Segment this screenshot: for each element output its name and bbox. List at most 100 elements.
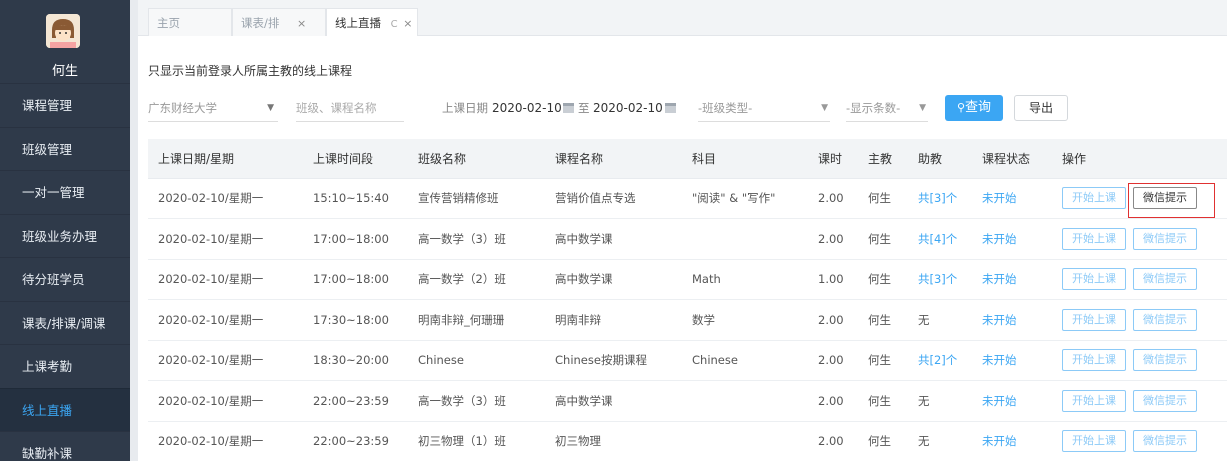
sidebar-item-class-business[interactable]: 班级业务办理 bbox=[0, 213, 130, 258]
col-header: 上课日期/星期 bbox=[148, 139, 303, 179]
status-cell: 未开始 bbox=[972, 299, 1052, 341]
class-type-value: -班级类型- bbox=[698, 101, 753, 115]
start-class-button[interactable]: 开始上课 bbox=[1062, 187, 1126, 210]
time-cell: 17:30~18:00 bbox=[303, 299, 408, 341]
class-cell: 宣传营销精修班 bbox=[408, 178, 545, 219]
course-cell: 高中数学课 bbox=[545, 259, 682, 300]
caret-down-icon: ▼ bbox=[821, 103, 828, 113]
wechat-reminder-button[interactable]: 微信提示 bbox=[1133, 227, 1197, 250]
course-cell: 初三物理 bbox=[545, 421, 682, 461]
col-header: 课程名称 bbox=[545, 139, 682, 179]
course-cell: 高中数学课 bbox=[545, 218, 682, 260]
avatar[interactable] bbox=[46, 14, 80, 48]
sidebar-item-class-management[interactable]: 班级管理 bbox=[0, 126, 130, 171]
class-type-select[interactable]: -班级类型- ▼ bbox=[698, 94, 830, 122]
sidebar-item-makeup[interactable]: 缺勤补课 bbox=[0, 431, 130, 461]
assistant-cell[interactable]: 共[2]个 bbox=[908, 340, 972, 381]
start-class-button[interactable]: 开始上课 bbox=[1062, 227, 1126, 250]
col-header: 主教 bbox=[858, 139, 908, 179]
subject-cell bbox=[682, 421, 808, 461]
wechat-reminder-button[interactable]: 微信提示 bbox=[1133, 389, 1197, 412]
tab-home[interactable]: 主页 bbox=[148, 8, 232, 36]
status-cell: 未开始 bbox=[972, 340, 1052, 381]
close-icon[interactable]: × bbox=[297, 17, 306, 30]
date-cell: 2020-02-10/星期一 bbox=[148, 218, 303, 260]
teacher-cell: 何生 bbox=[858, 259, 908, 300]
hours-cell: 1.00 bbox=[808, 259, 858, 300]
subject-cell: "阅读" & "写作" bbox=[682, 178, 808, 219]
hours-cell: 2.00 bbox=[808, 178, 858, 219]
start-class-button[interactable]: 开始上课 bbox=[1062, 268, 1126, 291]
wechat-reminder-button[interactable]: 微信提示 bbox=[1133, 268, 1197, 291]
app-root: 何生 课程管理 班级管理 一对一管理 班级业务办理 待分班学员 课表/排课/调课… bbox=[0, 0, 1227, 461]
table-row: 2020-02-10/星期一 22:00~23:59 初三物理（1）班 初三物理 2.0… bbox=[148, 421, 1227, 461]
search-input[interactable] bbox=[296, 94, 404, 122]
wechat-reminder-button[interactable]: 微信提示 bbox=[1133, 187, 1197, 210]
tab-live[interactable]: 线上直播 C × bbox=[326, 8, 418, 36]
start-class-button[interactable]: 开始上课 bbox=[1062, 308, 1126, 331]
op-cell: 开始上课 微信提示 bbox=[1052, 421, 1227, 461]
time-cell: 22:00~23:59 bbox=[303, 380, 408, 422]
date-cell: 2020-02-10/星期一 bbox=[148, 299, 303, 341]
date-to-field[interactable]: 2020-02-10 bbox=[593, 94, 663, 122]
hours-cell: 2.00 bbox=[808, 218, 858, 260]
subject-cell: Math bbox=[682, 259, 808, 300]
sidebar-item-live[interactable]: 线上直播 bbox=[0, 387, 130, 431]
start-class-button[interactable]: 开始上课 bbox=[1062, 430, 1126, 453]
hours-cell: 2.00 bbox=[808, 299, 858, 341]
tab-label: 线上直播 bbox=[335, 16, 381, 30]
date-label: 上课日期 bbox=[442, 101, 488, 115]
class-cell: 高一数学（3）班 bbox=[408, 218, 545, 260]
tab-label: 课表/排 bbox=[241, 16, 280, 30]
status-cell: 未开始 bbox=[972, 259, 1052, 300]
row-count-select[interactable]: -显示条数- ▼ bbox=[846, 94, 928, 122]
subject-cell bbox=[682, 218, 808, 260]
row-count-value: -显示条数- bbox=[846, 101, 901, 115]
assistant-cell[interactable]: 共[3]个 bbox=[908, 259, 972, 300]
sidebar-item-pending-students[interactable]: 待分班学员 bbox=[0, 257, 130, 301]
tab-bar: 主页 课表/排 × 线上直播 C × bbox=[138, 0, 1227, 36]
hours-cell: 2.00 bbox=[808, 340, 858, 381]
status-cell: 未开始 bbox=[972, 421, 1052, 461]
course-cell: Chinese按期课程 bbox=[545, 340, 682, 381]
sidebar-item-course-management[interactable]: 课程管理 bbox=[0, 83, 130, 127]
class-cell: 初三物理（1）班 bbox=[408, 421, 545, 461]
wechat-reminder-button[interactable]: 微信提示 bbox=[1133, 308, 1197, 331]
start-class-button[interactable]: 开始上课 bbox=[1062, 389, 1126, 412]
date-cell: 2020-02-10/星期一 bbox=[148, 259, 303, 300]
filter-bar: 广东财经大学 ▼ 上课日期 2020-02-10 至 2020-02-10 -班… bbox=[148, 94, 1218, 124]
date-cell: 2020-02-10/星期一 bbox=[148, 380, 303, 422]
date-cell: 2020-02-10/星期一 bbox=[148, 340, 303, 381]
close-icon[interactable]: × bbox=[403, 17, 412, 30]
sidebar-item-attendance[interactable]: 上课考勤 bbox=[0, 344, 130, 388]
avatar-image bbox=[46, 14, 80, 48]
teacher-cell: 何生 bbox=[858, 218, 908, 260]
sidebar-item-one-on-one[interactable]: 一对一管理 bbox=[0, 170, 130, 214]
op-cell: 开始上课 微信提示 bbox=[1052, 259, 1227, 300]
date-from-field[interactable]: 2020-02-10 bbox=[492, 94, 562, 122]
assistant-cell[interactable]: 共[3]个 bbox=[908, 178, 972, 219]
calendar-icon[interactable] bbox=[665, 103, 676, 113]
class-cell: 高一数学（2）班 bbox=[408, 259, 545, 300]
tab-schedule[interactable]: 课表/排 × bbox=[232, 8, 326, 36]
wechat-reminder-button[interactable]: 微信提示 bbox=[1133, 349, 1197, 372]
subject-cell bbox=[682, 380, 808, 422]
col-header: 操作 bbox=[1052, 139, 1227, 179]
school-select[interactable]: 广东财经大学 ▼ bbox=[148, 94, 278, 122]
sidebar-item-schedule[interactable]: 课表/排课/调课 bbox=[0, 300, 130, 345]
calendar-icon[interactable] bbox=[563, 103, 574, 113]
hours-cell: 2.00 bbox=[808, 421, 858, 461]
assistant-cell[interactable]: 共[4]个 bbox=[908, 218, 972, 260]
time-cell: 17:00~18:00 bbox=[303, 218, 408, 260]
query-button[interactable]: ⚲查询 bbox=[945, 95, 1003, 121]
time-cell: 18:30~20:00 bbox=[303, 340, 408, 381]
time-cell: 15:10~15:40 bbox=[303, 178, 408, 219]
op-cell: 开始上课 微信提示 bbox=[1052, 218, 1227, 260]
start-class-button[interactable]: 开始上课 bbox=[1062, 349, 1126, 372]
table-row: 2020-02-10/星期一 17:00~18:00 高一数学（3）班 高中数学课 2.… bbox=[148, 218, 1227, 260]
wechat-reminder-button[interactable]: 微信提示 bbox=[1133, 430, 1197, 453]
school-select-value: 广东财经大学 bbox=[148, 101, 217, 115]
refresh-icon[interactable]: C bbox=[391, 19, 398, 30]
assistant-cell: 无 bbox=[908, 380, 972, 422]
export-button[interactable]: 导出 bbox=[1014, 95, 1068, 121]
